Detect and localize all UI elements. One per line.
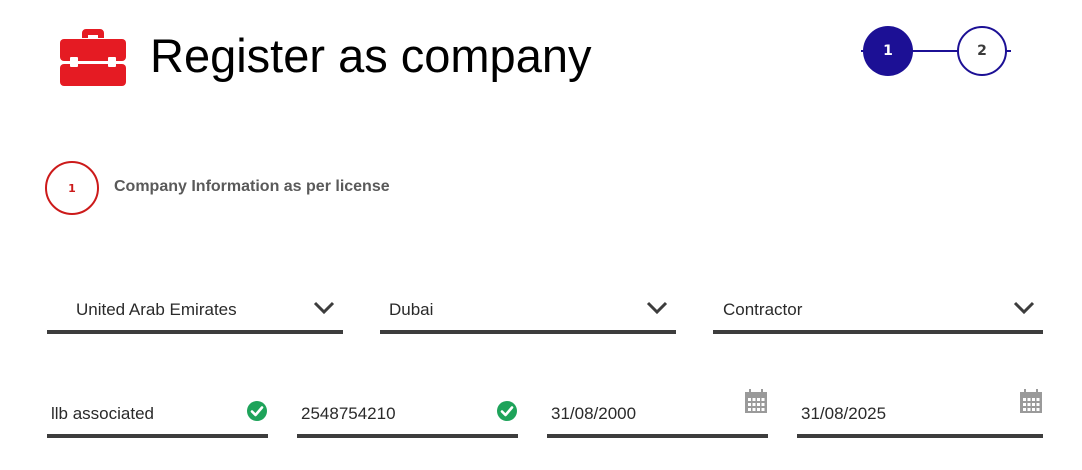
section-title: Company Information as per license bbox=[114, 178, 390, 195]
city-select-value: Dubai bbox=[389, 300, 434, 319]
chevron-down-icon bbox=[313, 301, 335, 315]
step-1-indicator[interactable]: 1 bbox=[863, 26, 913, 76]
license-number-value: 2548754210 bbox=[301, 404, 396, 423]
city-select[interactable]: Dubai bbox=[380, 290, 676, 334]
check-circle-icon bbox=[497, 401, 517, 421]
company-type-select[interactable]: Contractor bbox=[713, 290, 1043, 334]
calendar-icon[interactable] bbox=[744, 388, 768, 414]
issue-date-field[interactable]: 31/08/2000 bbox=[547, 389, 768, 438]
chevron-down-icon bbox=[646, 301, 668, 315]
license-number-field[interactable]: 2548754210 bbox=[297, 392, 518, 438]
company-name-value: llb associated bbox=[51, 404, 155, 423]
expiry-date-field[interactable]: 31/08/2025 bbox=[797, 389, 1043, 438]
section-number-badge: 1 bbox=[45, 161, 99, 215]
calendar-icon[interactable] bbox=[1019, 388, 1043, 414]
country-select-value: United Arab Emirates bbox=[76, 300, 237, 319]
company-type-select-value: Contractor bbox=[723, 300, 803, 319]
briefcase-icon bbox=[60, 29, 126, 86]
page-title: Register as company bbox=[150, 29, 592, 82]
chevron-down-icon bbox=[1013, 301, 1035, 315]
check-circle-icon bbox=[247, 401, 267, 421]
country-select[interactable]: United Arab Emirates bbox=[47, 290, 343, 334]
step-2-indicator[interactable]: 2 bbox=[957, 26, 1007, 76]
expiry-date-value: 31/08/2025 bbox=[801, 404, 887, 423]
company-name-field[interactable]: llb associated bbox=[47, 392, 268, 438]
issue-date-value: 31/08/2000 bbox=[551, 404, 637, 423]
